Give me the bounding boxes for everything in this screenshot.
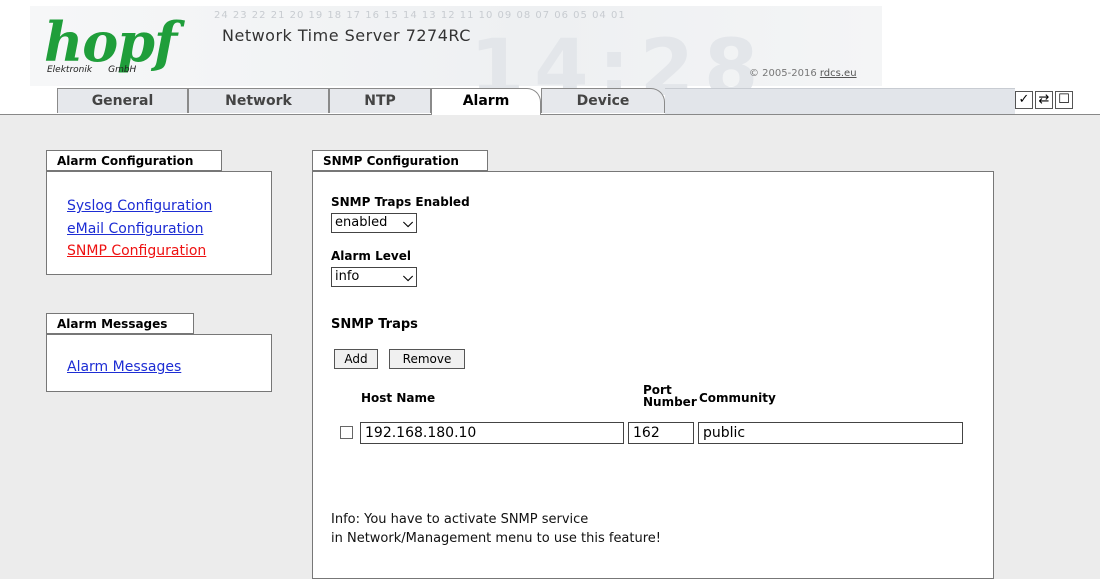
- add-button[interactable]: Add: [334, 349, 378, 369]
- toolbar-icons: ✓ ⇄ ☐: [1015, 88, 1073, 113]
- page-icon[interactable]: ☐: [1055, 91, 1073, 109]
- product-title: Network Time Server 7274RC: [222, 26, 471, 45]
- column-header-community: Community: [699, 391, 776, 405]
- chevron-down-icon: ⌵: [403, 216, 413, 231]
- copyright: © 2005-2016 rdcs.eu: [749, 68, 857, 79]
- tab-device[interactable]: Device: [541, 88, 665, 113]
- tab-network[interactable]: Network: [188, 88, 329, 113]
- logo-subtitle: Elektronik GmbH: [47, 65, 137, 75]
- trap-row-checkbox[interactable]: [340, 426, 353, 439]
- reload-icon[interactable]: ⇄: [1035, 91, 1053, 109]
- syslog-configuration-link[interactable]: Syslog Configuration: [67, 198, 212, 214]
- copyright-link[interactable]: rdcs.eu: [820, 68, 857, 79]
- chevron-down-icon: ⌵: [403, 270, 413, 285]
- column-header-host: Host Name: [361, 391, 436, 405]
- alarm-level-label: Alarm Level: [331, 249, 411, 263]
- remove-button[interactable]: Remove: [389, 349, 465, 369]
- alarm-config-panel-title: Alarm Configuration: [46, 150, 222, 171]
- tab-alarm[interactable]: Alarm: [431, 88, 541, 115]
- snmp-traps-enabled-label: SNMP Traps Enabled: [331, 195, 470, 209]
- email-configuration-link[interactable]: eMail Configuration: [67, 221, 203, 237]
- column-header-port: Port Number: [643, 383, 697, 409]
- alarm-level-select[interactable]: info ⌵: [331, 267, 417, 287]
- alarm-messages-panel-title: Alarm Messages: [46, 313, 194, 334]
- alarm-messages-link[interactable]: Alarm Messages: [67, 359, 181, 375]
- header: 14:28 hopf Elektronik GmbH 24 23 22 21 20…: [0, 0, 1100, 114]
- content-area: Alarm Configuration Syslog Configuration…: [0, 115, 1100, 579]
- tab-bar-fill: [665, 88, 1015, 114]
- hopf-logo: hopf: [44, 10, 177, 74]
- trap-host-input[interactable]: 192.168.180.10: [360, 422, 624, 444]
- snmp-traps-heading: SNMP Traps: [331, 317, 418, 332]
- snmp-configuration-link[interactable]: SNMP Configuration: [67, 243, 206, 259]
- trap-community-input[interactable]: public: [698, 422, 963, 444]
- tab-general[interactable]: General: [57, 88, 188, 113]
- snmp-panel-title: SNMP Configuration: [312, 150, 488, 171]
- trap-port-input[interactable]: 162: [628, 422, 694, 444]
- info-text: Info: You have to activate SNMP service …: [331, 512, 662, 546]
- number-strip: 24 23 22 21 20 19 18 17 16 15 14 13 12 1…: [214, 10, 626, 21]
- snmp-traps-enabled-select[interactable]: enabled ⌵: [331, 213, 417, 233]
- tab-ntp[interactable]: NTP: [329, 88, 431, 113]
- check-icon[interactable]: ✓: [1015, 91, 1033, 109]
